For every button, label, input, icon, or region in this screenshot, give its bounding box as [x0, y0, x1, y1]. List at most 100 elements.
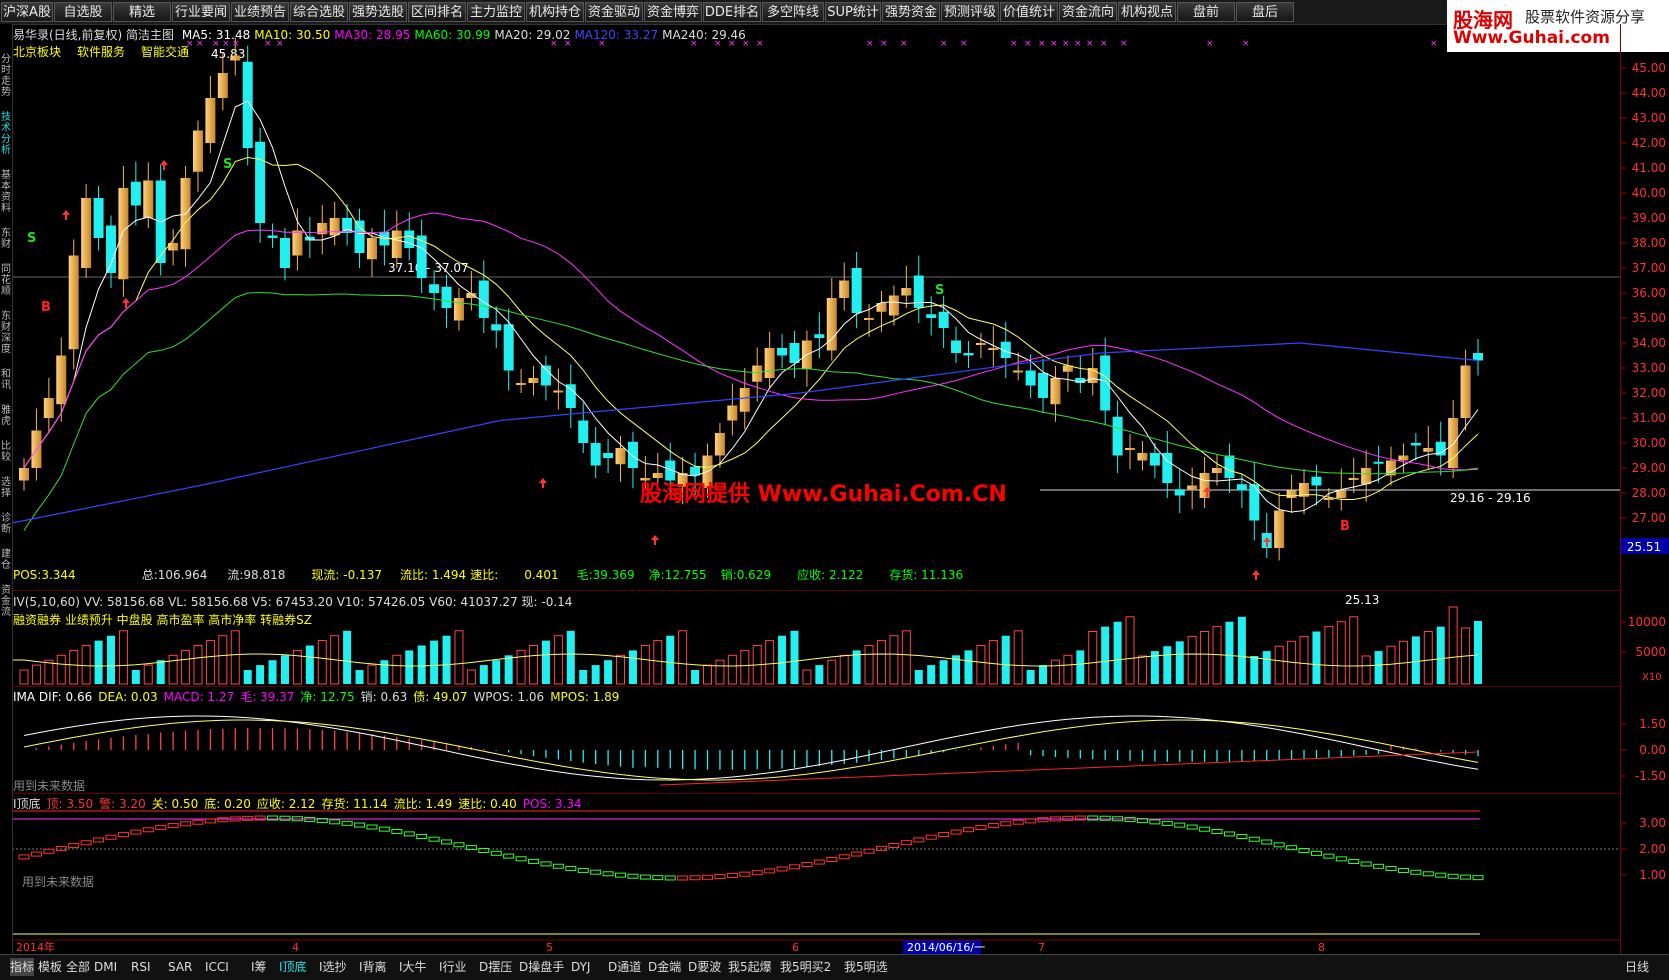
candle-body	[814, 334, 825, 338]
indicator-tab[interactable]: SAR	[168, 958, 192, 976]
panel-divider	[12, 793, 1620, 794]
stock-tags: 融资融券 业绩预升 中盘股 高市盈率 高市净率 转融券SZ	[13, 613, 312, 627]
toolbar-button[interactable]: 沪深A股	[1, 2, 53, 22]
indicator-tab[interactable]: 我5明选	[844, 958, 888, 976]
price-tick-label: 42.00	[1632, 136, 1666, 150]
toolbar-button[interactable]: 资金博弈	[644, 2, 702, 22]
dingdi-value: 应收: 2.12	[256, 797, 316, 811]
candle-body	[192, 130, 203, 172]
candle-body	[1460, 365, 1471, 418]
indicator-tab[interactable]: D摆压	[479, 958, 512, 976]
indicator-tab[interactable]: 模板	[38, 958, 62, 976]
indicator-tab[interactable]: RSI	[131, 958, 151, 976]
left-tab[interactable]: 同花顺	[0, 264, 12, 297]
left-tab[interactable]: 雅虎	[0, 405, 12, 427]
candle-body	[1199, 473, 1210, 498]
macd-value: WPOS: 1.06	[473, 690, 545, 704]
left-tab[interactable]: 技术分析	[0, 112, 12, 156]
left-tab[interactable]: 基本资料	[0, 170, 12, 214]
left-tab[interactable]: 比较	[0, 441, 12, 463]
left-tab[interactable]: 选择	[0, 477, 12, 499]
indicator-tab[interactable]: 我5明买2	[780, 958, 831, 976]
left-tab[interactable]: 和讯	[0, 369, 12, 391]
left-tab[interactable]: 分时走势	[0, 54, 12, 98]
candle-body	[441, 286, 452, 308]
toolbar-button[interactable]: 盘后	[1236, 2, 1294, 22]
toolbar-button[interactable]: 多空阵线	[762, 2, 824, 22]
left-tab[interactable]: 建仓	[0, 549, 12, 571]
macd-value: 净: 12.75	[300, 690, 355, 704]
toolbar-button[interactable]: 机构持仓	[526, 2, 584, 22]
indicator-tab[interactable]: D操盘手	[519, 958, 564, 976]
volume-bar	[168, 654, 178, 685]
toolbar-button[interactable]: 区间排名	[408, 2, 466, 22]
dd-step	[863, 848, 875, 854]
toolbar-button[interactable]: SUP统计	[825, 2, 881, 22]
toolbar-button[interactable]: DDE排名	[703, 2, 761, 22]
period-label[interactable]: 日线	[1625, 958, 1649, 976]
indicator-tab[interactable]: ICCI	[205, 958, 229, 976]
toolbar-button[interactable]: 价值统计	[1000, 2, 1058, 22]
toolbar-button[interactable]: 强势选股	[349, 2, 407, 22]
concept-tag[interactable]: 北京板块	[13, 45, 61, 59]
volume-bar	[703, 664, 713, 685]
toolbar-button[interactable]: 业绩预告	[231, 2, 289, 22]
toolbar-button[interactable]: 机构视点	[1118, 2, 1176, 22]
indicator-tab[interactable]: I筹	[251, 958, 267, 976]
indicator-tab[interactable]: I选抄	[319, 958, 347, 976]
left-tab[interactable]: 资金流	[0, 585, 12, 618]
toolbar-button[interactable]: 自选股	[54, 2, 112, 22]
indicator-tab[interactable]: 我5起爆	[728, 958, 772, 976]
toolbar-button[interactable]: 盘前	[1177, 2, 1235, 22]
toolbar-button[interactable]: 预测评级	[941, 2, 999, 22]
ma-label: MA60: 30.99	[414, 28, 491, 42]
macd-tick-label: 0.00	[1639, 743, 1666, 757]
volume-bar	[454, 630, 464, 685]
toolbar-button[interactable]: 资金驱动	[585, 2, 643, 22]
dd-step	[1062, 815, 1074, 821]
dd-step	[1211, 829, 1223, 835]
volume-bar	[268, 660, 277, 684]
dd-step	[366, 824, 378, 830]
candle-body	[603, 453, 614, 458]
candle-body	[540, 365, 551, 386]
toolbar-button[interactable]: 精选	[113, 2, 171, 22]
toolbar-button[interactable]: 主力监控	[467, 2, 525, 22]
volume-bar	[1361, 655, 1371, 685]
indicator-tab[interactable]: DMI	[94, 958, 117, 976]
toolbar-button[interactable]: 强势资金	[882, 2, 940, 22]
indicator-tab[interactable]: I大牛	[399, 958, 427, 976]
indicator-tab[interactable]: I背离	[359, 958, 387, 976]
dd-step	[739, 871, 751, 877]
indicator-tab[interactable]: D要波	[688, 958, 721, 976]
x-axis-label: 5	[546, 941, 553, 954]
concept-tag[interactable]: 软件服务	[77, 45, 125, 59]
left-tab[interactable]: 东财深度	[0, 311, 12, 355]
volume-bar	[678, 630, 688, 685]
stat-value: 毛:39.369	[576, 568, 635, 582]
indicator-tab[interactable]: D金端	[648, 958, 681, 976]
toolbar-button[interactable]: 行业要闻	[172, 2, 230, 22]
indicator-tab[interactable]: I行业	[439, 958, 467, 976]
indicator-tab[interactable]: DYJ	[571, 958, 590, 976]
toolbar-button[interactable]: 综合选股	[290, 2, 348, 22]
price-tick-label: 36.00	[1632, 286, 1666, 300]
indicator-tab[interactable]: 指标	[10, 958, 35, 976]
toolbar-button[interactable]: 资金流向	[1059, 2, 1117, 22]
indicator-tab[interactable]: 全部	[66, 958, 90, 976]
macd-value: IMA DIF: 0.66	[13, 690, 93, 704]
indicator-tab[interactable]: D通道	[608, 958, 641, 976]
candle-body	[366, 238, 377, 260]
left-tab[interactable]: 东财	[0, 228, 12, 250]
dd-step	[639, 874, 651, 880]
candle-body	[1336, 490, 1347, 498]
stat-value: 0.401	[524, 568, 559, 582]
dd-step	[1323, 853, 1335, 859]
volume-bar	[516, 649, 526, 685]
volume-bar	[1374, 651, 1383, 684]
dingdi-legend: I顶底 顶: 3.50 警: 3.20 关: 0.50 底: 0.20 应收: 2.12 存…	[13, 795, 588, 812]
candle-body	[1187, 485, 1198, 490]
left-tab[interactable]: 诊断	[0, 513, 12, 535]
indicator-tab[interactable]: I顶底	[279, 958, 307, 976]
concept-tag[interactable]: 智能交通	[141, 45, 189, 59]
